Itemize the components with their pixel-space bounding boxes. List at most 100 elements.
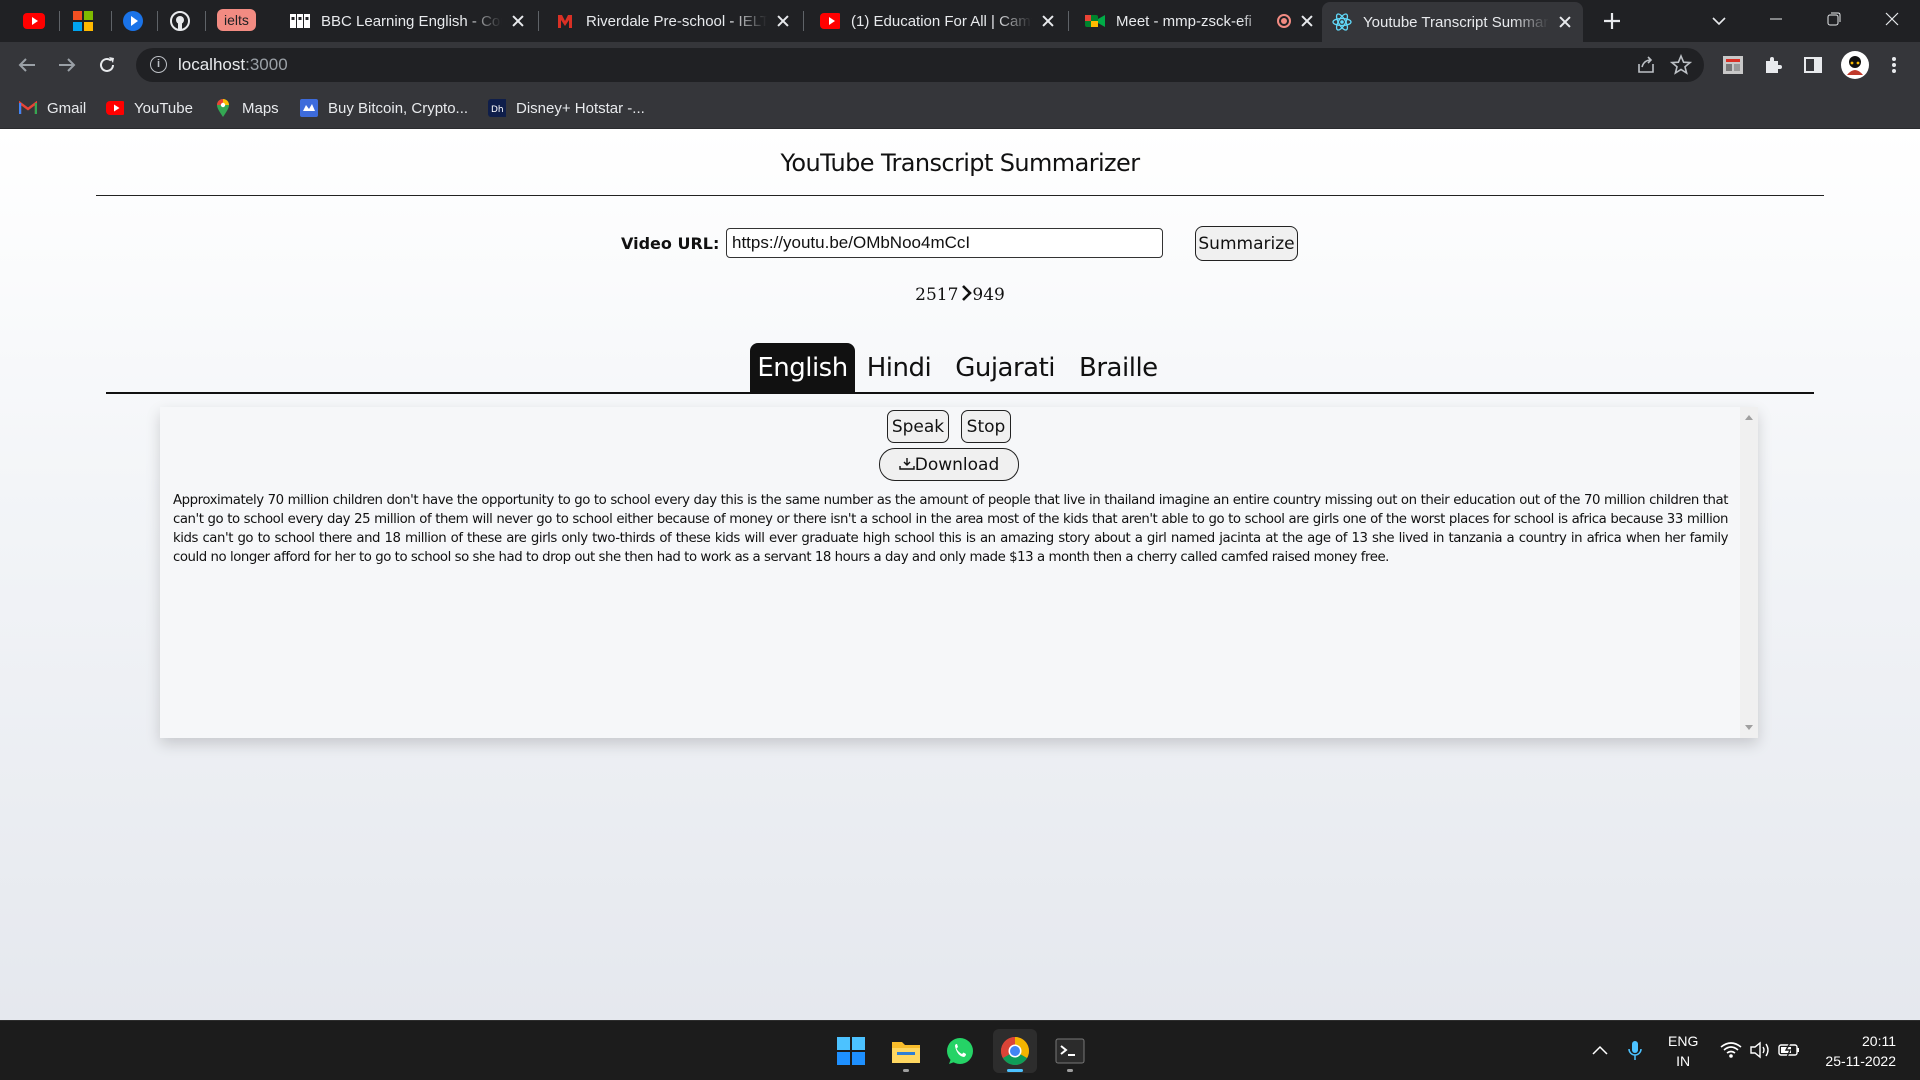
tab-search-icon[interactable] <box>1709 11 1729 31</box>
new-tab-icon[interactable] <box>1600 9 1624 33</box>
chrome-menu-icon[interactable] <box>1882 53 1906 77</box>
tab-title: BBC Learning English - Course <box>321 12 502 30</box>
chrome-button[interactable] <box>993 1029 1037 1073</box>
start-button[interactable] <box>829 1029 873 1073</box>
tab-title: (1) Education For All | Camfed <box>851 12 1032 30</box>
hotstar-icon: Dh <box>488 99 506 117</box>
tab-title: Meet - mmp-zsck-efi <box>1116 12 1252 30</box>
bookmark-star-icon[interactable] <box>1669 53 1693 76</box>
close-tab-icon[interactable] <box>510 13 526 29</box>
chrome-icon <box>1001 1037 1029 1065</box>
reload-icon[interactable] <box>93 51 121 79</box>
video-url-input[interactable] <box>726 228 1163 258</box>
download-label: Download <box>914 454 1000 475</box>
video-url-label: Video URL: <box>621 234 720 253</box>
forward-arrow-icon[interactable] <box>53 51 81 79</box>
bookmark-label: Gmail <box>47 99 87 117</box>
chevron-right-icon <box>961 284 973 307</box>
speak-button[interactable]: Speak <box>887 410 949 443</box>
browser-tab[interactable]: Riverdale Pre-school - IELTS <box>545 0 801 42</box>
microphone-icon[interactable] <box>1627 1040 1643 1062</box>
download-icon <box>899 457 915 470</box>
pinned-github-tab[interactable] <box>167 9 193 33</box>
tab-title: Riverdale Pre-school - IELTS <box>586 12 767 30</box>
region-code: IN <box>1676 1053 1691 1069</box>
download-button[interactable]: Download <box>879 448 1019 481</box>
browser-tab-active[interactable]: Youtube Transcript Summarizer <box>1322 2 1583 42</box>
close-tab-icon[interactable] <box>1299 13 1315 29</box>
volume-icon[interactable] <box>1749 1041 1771 1061</box>
terminal-button[interactable] <box>1048 1029 1092 1073</box>
profile-avatar[interactable] <box>1841 51 1869 79</box>
wifi-icon[interactable] <box>1720 1041 1742 1061</box>
bookmark-label: Buy Bitcoin, Crypto... <box>328 99 469 117</box>
summary-panel: Speak Stop Download Approximately 70 mil… <box>160 407 1758 738</box>
clock-date: 25-11-2022 <box>1825 1053 1896 1069</box>
show-hidden-icons-icon[interactable] <box>1591 1043 1609 1057</box>
maps-icon <box>214 99 232 117</box>
tab-gujarati[interactable]: Gujarati <box>943 343 1067 393</box>
back-arrow-icon[interactable] <box>13 51 41 79</box>
pinned-youtube-tab[interactable] <box>21 9 47 33</box>
close-tab-icon[interactable] <box>1040 13 1056 29</box>
app-page: YouTube Transcript Summarizer Video URL:… <box>0 129 1920 1020</box>
summarize-button[interactable]: Summarize <box>1195 226 1298 261</box>
summary-scrollbar[interactable] <box>1740 407 1758 738</box>
minimize-window-icon[interactable] <box>1748 0 1804 38</box>
original-length: 2517 <box>915 285 959 305</box>
browser-tab[interactable]: BBC Learning English - Course <box>280 0 536 42</box>
pinned-media-tab[interactable] <box>120 9 146 33</box>
share-icon[interactable] <box>1636 55 1656 75</box>
crypto-icon <box>300 99 318 117</box>
browser-tab[interactable]: (1) Education For All | Camfed <box>810 0 1066 42</box>
restore-window-icon[interactable] <box>1806 0 1862 38</box>
close-tab-icon[interactable] <box>1557 14 1573 30</box>
browser-toolbar: i localhost:3000 <box>0 42 1920 88</box>
windows-start-icon <box>837 1037 865 1065</box>
whatsapp-button[interactable] <box>938 1029 982 1073</box>
clock-time: 20:11 <box>1862 1033 1896 1049</box>
bookmark-gmail[interactable]: Gmail <box>19 96 86 120</box>
bookmark-hotstar[interactable]: Dh Disney+ Hotstar -... <box>488 96 645 120</box>
address-bar-url[interactable]: localhost:3000 <box>178 55 288 75</box>
tab-hindi[interactable]: Hindi <box>855 343 943 393</box>
browser-tab[interactable]: Meet - mmp-zsck-efi <box>1075 0 1325 42</box>
extensions-puzzle-icon[interactable] <box>1761 53 1785 77</box>
bookmark-label: Maps <box>242 99 279 117</box>
pinned-office-tab[interactable] <box>70 9 96 33</box>
app-title: YouTube Transcript Summarizer <box>780 149 1141 177</box>
file-explorer-button[interactable] <box>884 1029 928 1073</box>
battery-charging-icon[interactable] <box>1778 1041 1802 1061</box>
github-icon <box>170 11 190 31</box>
tab-group-ielts[interactable]: ielts <box>217 9 256 31</box>
tab-english[interactable]: English <box>750 343 855 393</box>
input-language-indicator[interactable]: ENG IN <box>1668 1031 1698 1071</box>
file-explorer-icon <box>892 1042 920 1063</box>
tab-braille[interactable]: Braille <box>1067 343 1170 393</box>
scroll-down-arrow-icon[interactable] <box>1745 725 1753 730</box>
tab-title: Youtube Transcript Summarizer <box>1363 13 1549 31</box>
address-bar[interactable]: i localhost:3000 <box>136 48 1704 82</box>
close-window-icon[interactable] <box>1864 0 1920 38</box>
summary-text: Approximately 70 million children don't … <box>173 493 1728 565</box>
gmail-icon <box>19 99 37 117</box>
scroll-up-arrow-icon[interactable] <box>1745 415 1753 420</box>
system-clock[interactable]: 20:11 25-11-2022 <box>1825 1031 1896 1071</box>
close-tab-icon[interactable] <box>775 13 791 29</box>
bookmark-youtube[interactable]: YouTube <box>106 96 193 120</box>
bookmark-crypto[interactable]: Buy Bitcoin, Crypto... <box>300 96 468 120</box>
tabs-divider <box>106 392 1814 394</box>
bbc-icon <box>290 11 310 31</box>
bookmark-label: Disney+ Hotstar -... <box>516 99 645 117</box>
extension-icon[interactable] <box>1721 53 1745 77</box>
microsoft-icon <box>73 11 93 31</box>
length-comparison: 2517 949 <box>0 284 1920 307</box>
site-info-icon[interactable]: i <box>150 56 167 73</box>
summary-length: 949 <box>972 285 1005 305</box>
side-panel-icon[interactable] <box>1801 53 1825 77</box>
stop-button[interactable]: Stop <box>961 410 1011 443</box>
bookmarks-bar: Gmail YouTube Maps Buy Bitcoin, Crypto..… <box>0 88 1920 129</box>
bookmark-maps[interactable]: Maps <box>214 96 279 120</box>
meet-icon <box>1085 11 1105 31</box>
bookmark-label: YouTube <box>134 99 193 117</box>
